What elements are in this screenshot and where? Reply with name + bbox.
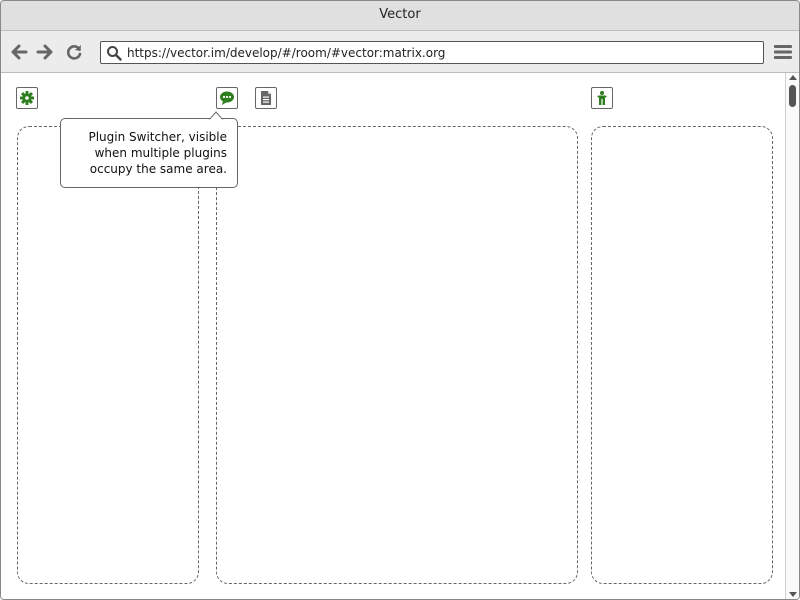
reload-button[interactable] <box>64 42 84 62</box>
browser-toolbar <box>1 31 799 73</box>
address-bar[interactable] <box>100 41 764 64</box>
tooltip-line: when multiple plugins <box>94 146 227 160</box>
center-plugin-area <box>216 126 578 584</box>
left-plugin-area <box>17 126 199 584</box>
right-plugin-area <box>591 126 773 584</box>
browser-window: Vector https://vector.im/develop/#/room/… <box>0 0 800 600</box>
back-button[interactable] <box>9 42 29 62</box>
window-title: Vector <box>1 1 799 31</box>
plugin-switcher-tooltip: Plugin Switcher, visible when multiple p… <box>60 111 238 188</box>
arrow-right-icon <box>36 44 53 60</box>
chat-plugin-button[interactable] <box>216 87 238 109</box>
member-plugin-button[interactable] <box>591 87 613 109</box>
forward-button[interactable] <box>35 42 55 62</box>
scrollbar-thumb[interactable] <box>789 85 796 107</box>
reload-icon <box>66 45 82 60</box>
vertical-scrollbar[interactable] <box>785 73 799 599</box>
settings-plugin-button[interactable] <box>16 87 38 109</box>
hamburger-menu-icon <box>774 45 792 59</box>
arrow-left-icon <box>11 44 28 60</box>
tooltip-line: Plugin Switcher, visible <box>88 130 227 144</box>
chat-bubble-icon <box>220 91 234 105</box>
scroll-down-arrow-icon[interactable] <box>789 592 797 597</box>
document-plugin-button[interactable] <box>255 87 277 109</box>
menu-button[interactable] <box>773 43 793 61</box>
document-icon <box>261 91 271 105</box>
person-icon <box>597 91 607 105</box>
gear-icon <box>20 91 34 105</box>
tooltip-line: occupy the same area. <box>89 162 227 176</box>
tooltip-pointer <box>209 111 223 120</box>
search-icon <box>107 46 122 61</box>
scroll-up-arrow-icon[interactable] <box>789 75 797 80</box>
url-input[interactable] <box>127 43 757 62</box>
